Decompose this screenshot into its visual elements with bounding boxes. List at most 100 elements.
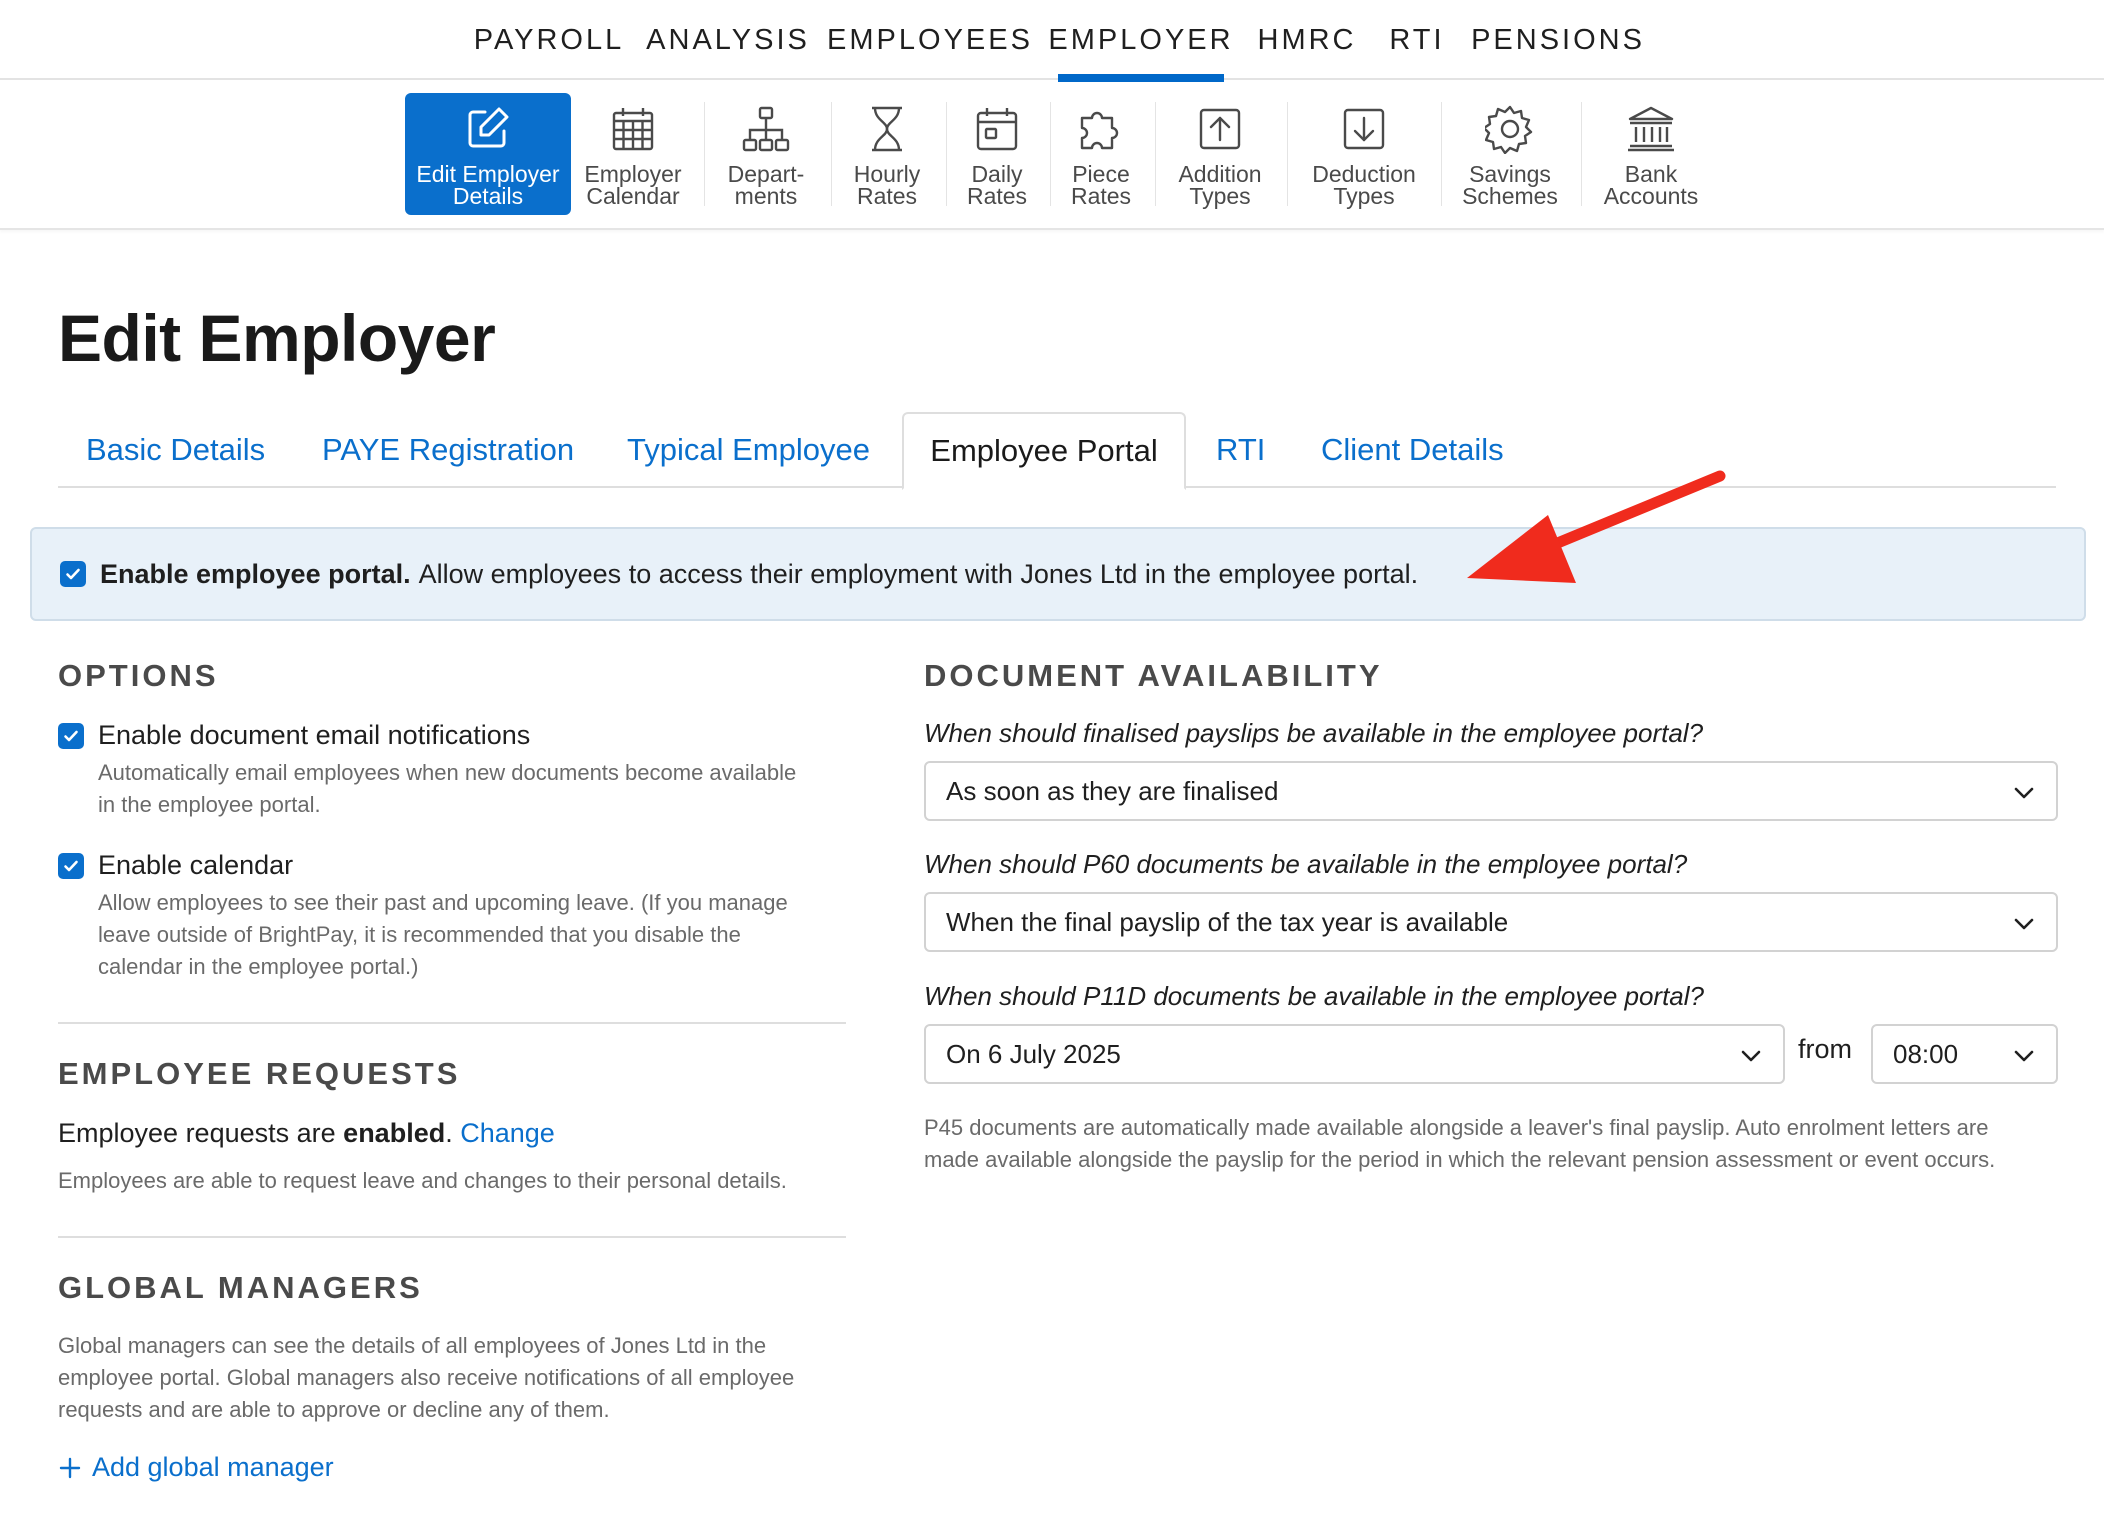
description-line: Global managers can see the details of a… xyxy=(58,1333,767,1358)
bank-accounts-button[interactable]: Bank Accounts xyxy=(1590,93,1712,215)
tab-rti[interactable]: RTI xyxy=(1216,412,1265,488)
email-notifications-option: Enable document email notifications Auto… xyxy=(58,720,848,821)
calendar-option: Enable calendar Allow employees to see t… xyxy=(58,850,848,983)
add-global-manager-label: Add global manager xyxy=(92,1452,334,1482)
tool-label-line2: Rates xyxy=(966,183,1028,209)
p11d-time-value: 08:00 xyxy=(1893,1038,1959,1069)
requests-suffix: . xyxy=(445,1118,453,1148)
tool-label-line1: Piece xyxy=(1072,161,1130,187)
payslips-availability-select[interactable]: As soon as they are finalised xyxy=(924,761,2058,821)
top-navigation: PAYROLL ANALYSIS EMPLOYEES EMPLOYER HMRC… xyxy=(0,0,2104,82)
enable-calendar-checkbox[interactable] xyxy=(58,852,84,879)
calendar-day-icon xyxy=(976,108,1018,151)
p60-select-value: When the final payslip of the tax year i… xyxy=(946,906,1509,937)
tab-paye-registration[interactable]: PAYE Registration xyxy=(322,412,574,488)
enable-portal-checkbox[interactable] xyxy=(60,561,86,587)
employer-tabs: Basic Details PAYE Registration Typical … xyxy=(58,412,2056,490)
email-notifications-label: Enable document email notifications xyxy=(98,720,531,750)
tool-label-line1: Addition xyxy=(1178,161,1262,187)
edit-employer-details-button[interactable]: Edit Employer Details xyxy=(405,93,571,215)
employee-requests-heading: EMPLOYEE REQUESTS xyxy=(58,1056,461,1091)
description-line: calendar in the employee portal.) xyxy=(98,954,419,979)
description-line: Allow employees to see their past and up… xyxy=(98,890,788,915)
nav-employer[interactable]: EMPLOYER xyxy=(1048,0,1231,82)
global-managers-heading: GLOBAL MANAGERS xyxy=(58,1270,423,1305)
toolbar-divider xyxy=(1581,102,1582,206)
tool-label-line2: Types xyxy=(1189,183,1251,209)
tool-label-line1: Deduction xyxy=(1312,161,1416,187)
nav-employees[interactable]: EMPLOYEES xyxy=(827,0,1030,80)
employee-requests-status: Employee requests are enabled. Change xyxy=(58,1118,555,1149)
employer-calendar-button[interactable]: Employer Calendar xyxy=(577,93,689,215)
plus-icon xyxy=(59,1457,81,1478)
tab-basic-details[interactable]: Basic Details xyxy=(86,412,265,488)
tool-label-line1: Edit Employer xyxy=(416,161,560,187)
employee-requests-description: Employees are able to request leave and … xyxy=(58,1168,787,1193)
chevron-down-icon xyxy=(2014,918,2034,930)
tool-label-line2: Rates xyxy=(856,183,918,209)
payslips-select-value: As soon as they are finalised xyxy=(946,775,1279,806)
nav-payroll[interactable]: PAYROLL xyxy=(474,0,621,80)
global-managers-description: Global managers can see the details of a… xyxy=(58,1330,858,1426)
p11d-question: When should P11D documents be available … xyxy=(924,981,1704,1011)
p11d-time-select[interactable]: 08:00 xyxy=(1871,1024,2058,1084)
nav-pensions[interactable]: PENSIONS xyxy=(1471,0,1642,80)
chevron-down-icon xyxy=(2014,787,2034,799)
note-line: made available alongside the payslip for… xyxy=(924,1147,1996,1172)
tool-label-line2: Details xyxy=(452,183,524,209)
description-line: Automatically email employees when new d… xyxy=(98,760,797,785)
nav-analysis[interactable]: ANALYSIS xyxy=(646,0,807,80)
change-requests-link[interactable]: Change xyxy=(460,1118,555,1148)
deduction-types-button[interactable]: Deduction Types xyxy=(1296,93,1432,215)
toolbar-divider xyxy=(1287,102,1288,206)
enable-calendar-description: Allow employees to see their past and up… xyxy=(98,887,848,983)
toolbar-divider xyxy=(1155,102,1156,206)
tool-label-line1: Employer xyxy=(584,161,682,187)
bank-icon xyxy=(1628,106,1674,152)
checkmark-icon xyxy=(66,568,80,580)
tool-label-line2: Calendar xyxy=(586,183,680,209)
toolbar-divider xyxy=(946,102,947,206)
checkmark-icon xyxy=(64,860,78,871)
toolbar-divider xyxy=(1441,102,1442,206)
nav-rti[interactable]: RTI xyxy=(1388,0,1446,80)
chevron-down-icon xyxy=(1741,1050,1761,1062)
tool-label-line2: Types xyxy=(1333,183,1395,209)
hourglass-icon xyxy=(872,106,902,152)
savings-schemes-button[interactable]: Savings Schemes xyxy=(1450,93,1570,215)
departments-button[interactable]: Depart- ments xyxy=(712,93,820,215)
add-global-manager-button[interactable]: Add global manager xyxy=(58,1452,334,1483)
payslips-question: When should finalised payslips be availa… xyxy=(924,718,1704,748)
employer-toolbar: Edit Employer Details Employer Calendar … xyxy=(0,80,2104,230)
hourly-rates-button[interactable]: Hourly Rates xyxy=(840,93,934,215)
daily-rates-button[interactable]: Daily Rates xyxy=(954,93,1040,215)
tool-label-line1: Bank xyxy=(1624,161,1678,187)
requests-state: enabled xyxy=(343,1118,446,1148)
org-chart-icon xyxy=(742,106,790,152)
edit-icon xyxy=(468,107,509,148)
email-notifications-checkbox[interactable] xyxy=(58,722,84,749)
p60-question: When should P60 documents be available i… xyxy=(924,849,1688,879)
checkmark-icon xyxy=(64,730,78,741)
section-divider xyxy=(58,1236,846,1238)
email-notifications-description: Automatically email employees when new d… xyxy=(98,757,848,821)
enable-portal-label: Enable employee portal. xyxy=(100,558,411,589)
description-line: leave outside of BrightPay, it is recomm… xyxy=(98,922,741,947)
p60-availability-select[interactable]: When the final payslip of the tax year i… xyxy=(924,892,2058,952)
options-heading: OPTIONS xyxy=(58,658,219,693)
requests-prefix: Employee requests are xyxy=(58,1118,336,1148)
piece-rates-button[interactable]: Piece Rates xyxy=(1058,93,1144,215)
tab-typical-employee[interactable]: Typical Employee xyxy=(627,412,870,488)
description-line: in the employee portal. xyxy=(98,792,321,817)
tab-employee-portal[interactable]: Employee Portal xyxy=(902,412,1186,490)
section-divider xyxy=(58,1022,846,1024)
page-title: Edit Employer xyxy=(58,301,496,375)
addition-types-button[interactable]: Addition Types xyxy=(1163,93,1277,215)
gear-icon xyxy=(1485,105,1533,154)
p11d-date-select[interactable]: On 6 July 2025 xyxy=(924,1024,1785,1084)
tool-label-line2: ments xyxy=(734,183,798,209)
description-line: requests and are able to approve or decl… xyxy=(58,1397,610,1422)
tool-label-line1: Hourly xyxy=(853,161,921,187)
tool-label-line1: Daily xyxy=(971,161,1023,187)
nav-hmrc[interactable]: HMRC xyxy=(1258,0,1354,80)
